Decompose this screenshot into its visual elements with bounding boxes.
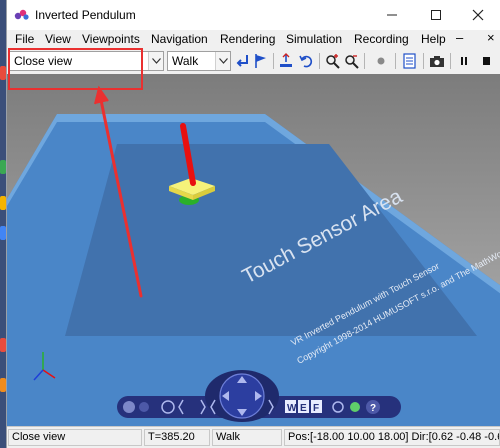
status-time: T=385.20 — [144, 429, 210, 446]
straighten-icon — [280, 53, 292, 67]
menu-file[interactable]: File — [15, 32, 34, 46]
camera-icon — [430, 56, 444, 67]
status-bar: Close view T=385.20 Walk Pos:[-18.00 10.… — [7, 426, 500, 448]
nav-undo-icon[interactable] — [139, 402, 149, 412]
menu-minimize-icon[interactable]: – — [456, 30, 463, 45]
menu-recording[interactable]: Recording — [354, 32, 409, 46]
undo-icon — [299, 55, 313, 68]
annotation-highlight-box — [8, 48, 143, 90]
flag-icon — [255, 54, 266, 68]
stop-button[interactable] — [477, 52, 495, 70]
undo-move-button[interactable] — [297, 52, 315, 70]
navigation-select[interactable]: Walk — [167, 51, 231, 71]
edit-sheet-icon — [403, 53, 416, 69]
menu-simulation[interactable]: Simulation — [286, 32, 342, 46]
status-mode: Walk — [212, 429, 282, 446]
toolbar-separator — [364, 53, 365, 69]
app-window: Inverted Pendulum File View Viewpoints N… — [6, 0, 500, 448]
nav-headlight-icon[interactable] — [350, 402, 360, 412]
chevron-down-icon[interactable] — [215, 52, 230, 70]
help-label: ? — [370, 403, 376, 414]
close-button[interactable] — [459, 0, 497, 30]
close-icon — [472, 9, 484, 21]
app-logo-icon — [14, 9, 29, 20]
title-bar: Inverted Pendulum — [7, 0, 500, 30]
straighten-button[interactable] — [277, 52, 295, 70]
toolbar-separator — [319, 53, 320, 69]
minimize-button[interactable] — [373, 0, 411, 30]
navigation-panel: W E F ? — [115, 370, 405, 422]
capture-button[interactable] — [428, 52, 446, 70]
edit-button[interactable] — [401, 52, 419, 70]
toolbar-separator — [273, 53, 274, 69]
toolbar-separator — [450, 53, 451, 69]
stop-icon — [483, 57, 490, 65]
return-icon — [236, 55, 248, 67]
record-dot-icon — [377, 57, 385, 65]
examine-mode-label: E — [300, 403, 307, 414]
pause-icon — [461, 57, 467, 65]
maximize-icon — [431, 10, 441, 20]
toolbar-separator — [395, 53, 396, 69]
walk-mode-label: W — [287, 403, 297, 414]
return-button[interactable] — [234, 52, 252, 70]
menu-bar: File View Viewpoints Navigation Renderin… — [7, 30, 500, 48]
maximize-button[interactable] — [417, 0, 455, 30]
window-title: Inverted Pendulum — [35, 8, 136, 22]
flag-button[interactable] — [252, 52, 270, 70]
navigation-select-value: Walk — [172, 54, 199, 68]
minimize-icon — [387, 14, 397, 16]
zoom-out-icon — [345, 55, 359, 69]
nav-close-icon[interactable] — [123, 401, 135, 413]
menu-help[interactable]: Help — [421, 32, 446, 46]
status-position: Pos:[-18.00 10.00 18.00] Dir:[0.62 -0.48… — [284, 429, 500, 446]
pause-button[interactable] — [455, 52, 473, 70]
menu-navigation[interactable]: Navigation — [151, 32, 208, 46]
toolbar-separator — [423, 53, 424, 69]
menu-view[interactable]: View — [45, 32, 71, 46]
record-button[interactable] — [372, 52, 390, 70]
menu-rendering[interactable]: Rendering — [220, 32, 275, 46]
zoom-in-icon — [326, 54, 340, 69]
status-viewpoint: Close view — [8, 429, 142, 446]
fly-mode-label: F — [313, 403, 319, 414]
menu-viewpoints[interactable]: Viewpoints — [82, 32, 140, 46]
chevron-down-icon[interactable] — [148, 52, 163, 70]
zoom-out-button[interactable] — [343, 52, 361, 70]
zoom-in-button[interactable] — [324, 52, 342, 70]
menu-close-icon[interactable]: × — [487, 30, 495, 45]
